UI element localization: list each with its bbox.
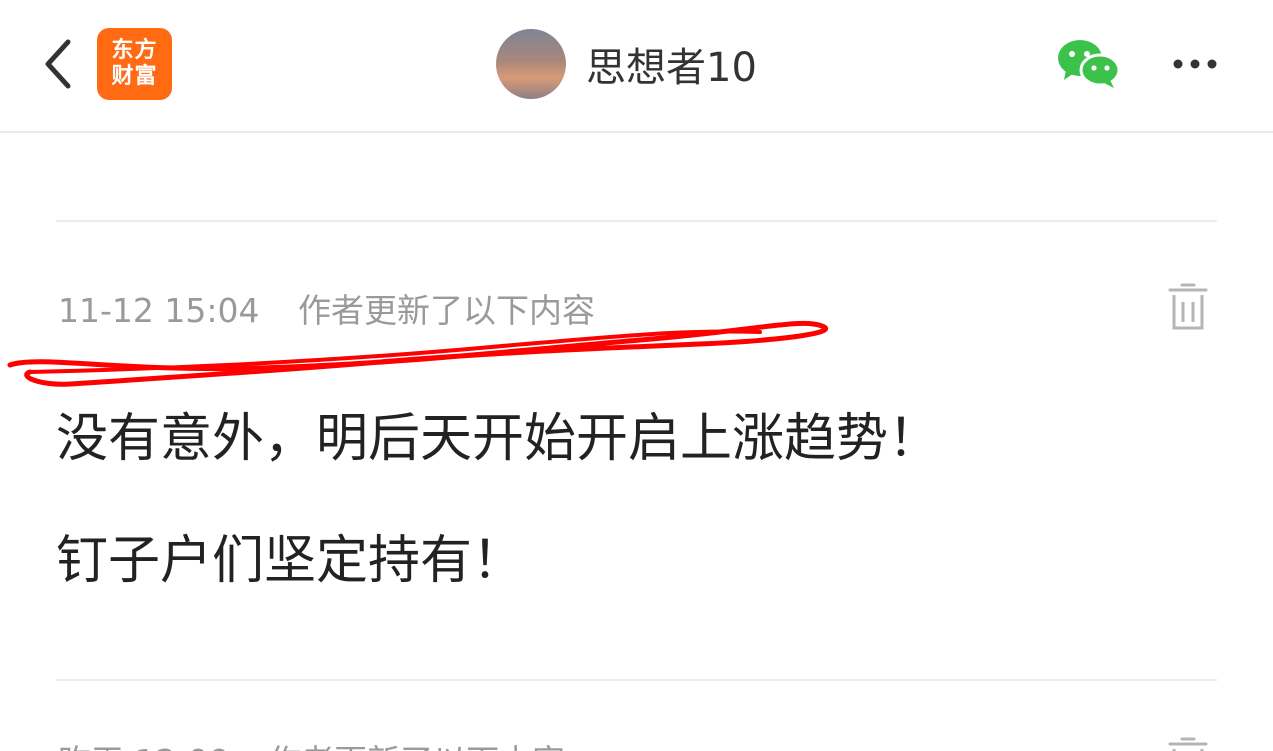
page: 东方 财富 思想者10 11-12 15:04 作者更新了以下内容 没有意外，明… — [0, 0, 1273, 751]
delete-button[interactable] — [1166, 282, 1210, 332]
more-icon — [1173, 59, 1217, 69]
section-divider — [56, 220, 1217, 222]
more-options-button[interactable] — [1166, 50, 1224, 78]
post-body: 没有意外，明后天开始开启上涨趋势！ 钉子户们坚定持有！ — [56, 378, 1216, 622]
wechat-icon — [1058, 40, 1121, 88]
trash-icon — [1168, 283, 1208, 330]
post-timestamp: 11-12 15:04 — [58, 291, 260, 330]
avatar[interactable] — [496, 29, 566, 99]
next-post-timestamp: 昨天 12:00 — [58, 742, 230, 751]
share-wechat-button[interactable] — [1056, 38, 1122, 90]
back-arrow-icon — [45, 39, 71, 89]
logo-text-bottom: 财富 — [111, 64, 158, 89]
trash-icon — [1168, 737, 1208, 751]
post-meta: 11-12 15:04 作者更新了以下内容 — [58, 284, 595, 332]
section-divider — [56, 679, 1217, 681]
top-bar: 东方 财富 思想者10 — [0, 0, 1273, 133]
post-line-2: 钉子户们坚定持有！ — [56, 531, 525, 591]
next-update-label: 作者更新了以下内容 — [268, 742, 565, 751]
author-name[interactable]: 思想者10 — [586, 35, 757, 93]
next-post-meta: 昨天 12:00 作者更新了以下内容 — [58, 735, 565, 751]
author-info[interactable]: 思想者10 — [496, 26, 757, 102]
app-logo[interactable]: 东方 财富 — [97, 28, 172, 100]
update-label: 作者更新了以下内容 — [297, 291, 595, 330]
logo-text-top: 东方 — [111, 38, 158, 63]
delete-button[interactable] — [1166, 736, 1210, 751]
back-button[interactable] — [38, 36, 78, 92]
post-line-1: 没有意外，明后天开始开启上涨趋势！ — [56, 409, 941, 469]
